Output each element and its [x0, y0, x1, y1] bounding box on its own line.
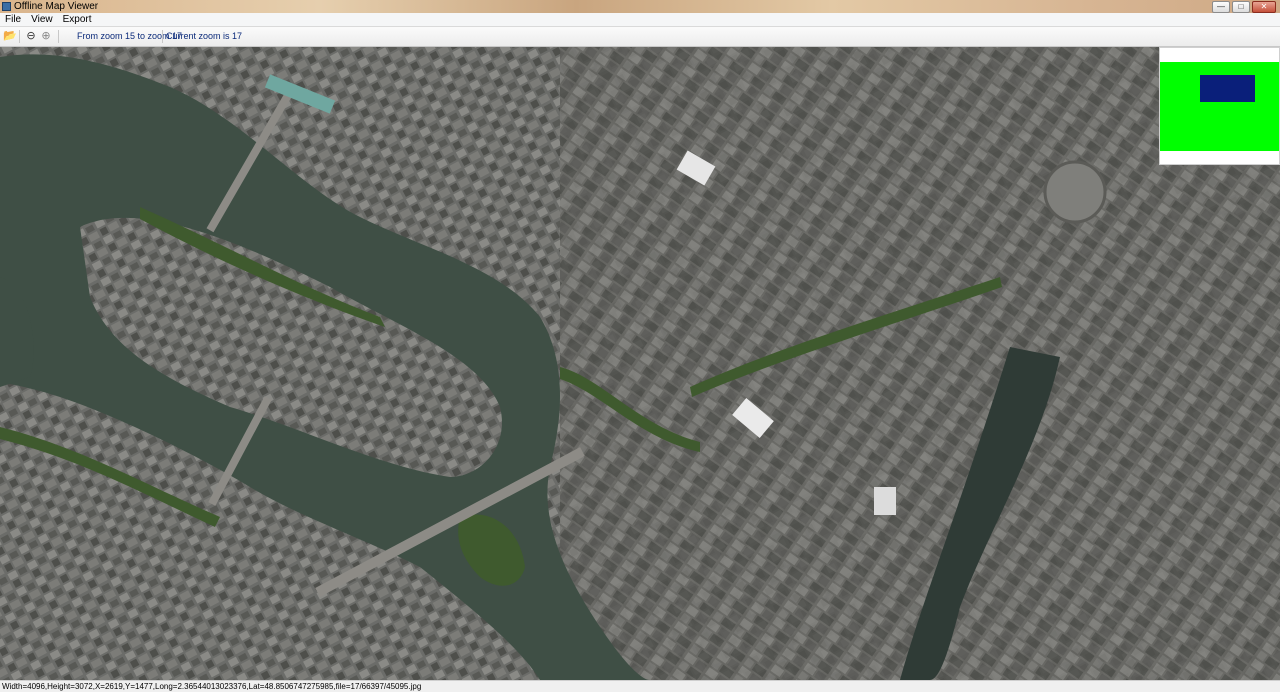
zoom-out-icon[interactable]: ⊖	[25, 30, 37, 42]
menu-file[interactable]: File	[0, 13, 26, 26]
menu-export[interactable]: Export	[58, 13, 97, 26]
window-title: Offline Map Viewer	[14, 1, 99, 12]
toolbar-separator	[162, 30, 163, 43]
current-zoom-label: Current zoom is 17	[166, 31, 243, 41]
map-view[interactable]	[0, 47, 1280, 680]
menu-view[interactable]: View	[26, 13, 58, 26]
place-de-la-bastille	[1043, 160, 1107, 224]
toolbar: 📂 ⊖ ⊕ From zoom 15 to zoom 17 Current zo…	[0, 27, 1280, 47]
white-roof	[874, 487, 896, 515]
window-controls: — □ ✕	[1212, 1, 1276, 13]
minimize-icon[interactable]: —	[1212, 1, 1230, 13]
maximize-icon[interactable]: □	[1232, 1, 1250, 13]
open-folder-icon[interactable]: 📂	[3, 30, 17, 42]
title-bar: Offline Map Viewer — □ ✕	[0, 0, 1280, 13]
satellite-map	[0, 47, 1280, 680]
zoom-in-icon[interactable]: ⊕	[40, 30, 52, 42]
app-icon	[2, 2, 11, 11]
toolbar-separator	[58, 30, 59, 43]
menu-bar: File View Export	[0, 13, 1280, 27]
minimap[interactable]	[1159, 47, 1280, 165]
status-bar: Width=4096,Height=3072,X=2619,Y=1477,Lon…	[0, 680, 1280, 692]
toolbar-separator	[19, 30, 20, 43]
close-icon[interactable]: ✕	[1252, 1, 1276, 13]
minimap-viewport[interactable]	[1200, 75, 1255, 102]
